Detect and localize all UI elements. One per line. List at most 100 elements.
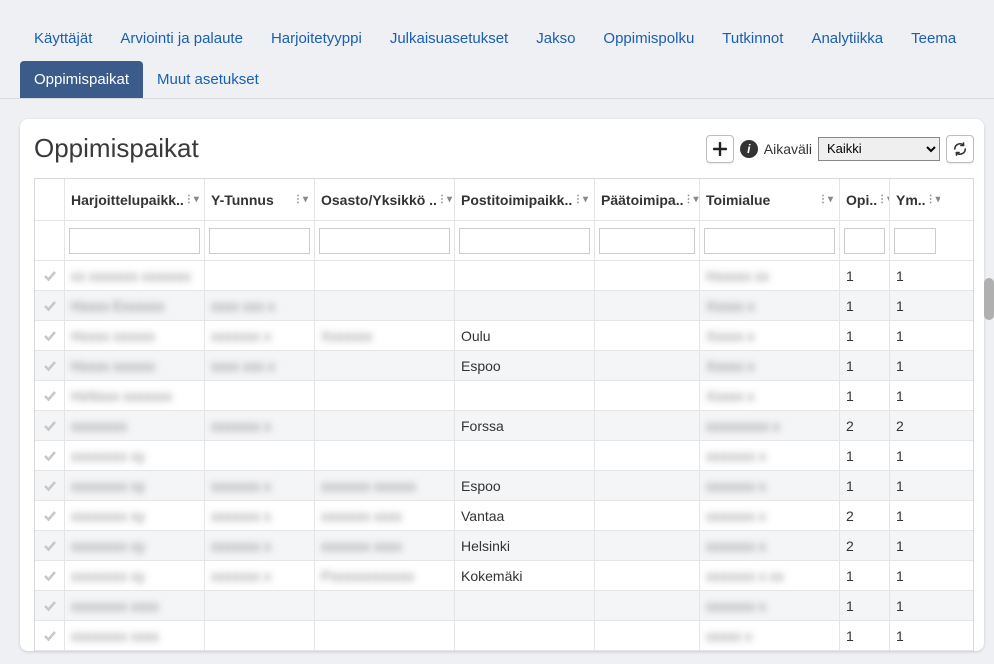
info-icon[interactable]: i — [740, 140, 758, 158]
sort-icon[interactable]: ⋮▾ — [926, 194, 940, 205]
col-header-5[interactable]: Päätoimipa..⋮▾ — [595, 179, 700, 220]
col-header-7[interactable]: Opi..⋮▾ — [840, 179, 890, 220]
panel-title: Oppimispaikat — [34, 133, 199, 164]
row-check[interactable] — [35, 561, 65, 590]
table-row[interactable]: xxxxxxxx xyxxxxxxx xxxxxxxx xxxxHelsinki… — [35, 531, 973, 561]
col-header-2[interactable]: Y-Tunnus⋮▾ — [205, 179, 315, 220]
vertical-scrollbar[interactable] — [984, 278, 994, 320]
tab-julkaisuasetukset[interactable]: Julkaisuasetukset — [376, 20, 522, 57]
cell-c3: xxxxxxx xxxxxx — [315, 471, 455, 500]
cell-c4: Oulu — [455, 321, 595, 350]
cell-c4 — [455, 261, 595, 290]
cell-c7: 1 — [840, 561, 890, 590]
tab-jakso[interactable]: Jakso — [522, 20, 589, 57]
cell-c5 — [595, 561, 700, 590]
tab-tutkinnot[interactable]: Tutkinnot — [708, 20, 797, 57]
table-row[interactable]: xxxxxxxx xyxxxxxxx xPxxxxxxxxxxxxKokemäk… — [35, 561, 973, 591]
sort-icon[interactable]: ⋮▾ — [877, 194, 890, 205]
table-row[interactable]: xxxxxxxx xxxxxxxxxxx x11 — [35, 591, 973, 621]
table-row[interactable]: Hxxxx xxxxxxxxxxxxx xXxxxxxxOuluXxxxx x1… — [35, 321, 973, 351]
tab-analytiikka[interactable]: Analytiikka — [797, 20, 897, 57]
tab-teema[interactable]: Teema — [897, 20, 970, 57]
cell-c5 — [595, 381, 700, 410]
cell-c5 — [595, 621, 700, 650]
cell-c2 — [205, 261, 315, 290]
row-check[interactable] — [35, 291, 65, 320]
cell-c7: 1 — [840, 621, 890, 650]
row-check[interactable] — [35, 591, 65, 620]
col-header-1[interactable]: Harjoittelupaikk..⋮▾ — [65, 179, 205, 220]
sort-icon[interactable]: ⋮▾ — [437, 194, 452, 205]
cell-c2 — [205, 591, 315, 620]
table-row[interactable]: xxxxxxxx xxxxxxxxx x11 — [35, 621, 973, 651]
row-check[interactable] — [35, 381, 65, 410]
sort-icon[interactable]: ⋮▾ — [818, 194, 833, 205]
tab-arviointi-ja-palaute[interactable]: Arviointi ja palaute — [106, 20, 257, 57]
tab-harjoitetyyppi[interactable]: Harjoitetyyppi — [257, 20, 376, 57]
filter-input-6[interactable] — [704, 228, 835, 254]
row-check[interactable] — [35, 471, 65, 500]
cell-c8: 1 — [890, 381, 940, 410]
cell-c4 — [455, 591, 595, 620]
row-check[interactable] — [35, 441, 65, 470]
cell-c5 — [595, 321, 700, 350]
filter-input-5[interactable] — [599, 228, 695, 254]
table-row[interactable]: xxxxxxxx xyxxxxxxx xxxxxxxx xxxxVantaaxx… — [35, 501, 973, 531]
cell-c2: xxxxxxx x — [205, 471, 315, 500]
tab-oppimispaikat[interactable]: Oppimispaikat — [20, 61, 143, 98]
col-header-4[interactable]: Postitoimipaikk..⋮▾ — [455, 179, 595, 220]
table-row[interactable]: Hxxxx Exxxxxxxxxx xxx xXxxxx x11 — [35, 291, 973, 321]
cell-c1: xxxxxxxx xy — [65, 441, 205, 470]
row-check[interactable] — [35, 411, 65, 440]
cell-c2: xxxx xxx x — [205, 291, 315, 320]
interval-select[interactable]: Kaikki — [818, 137, 940, 161]
col-header-0[interactable] — [35, 179, 65, 220]
sort-icon[interactable]: ⋮▾ — [184, 194, 199, 205]
add-button[interactable] — [706, 135, 734, 163]
row-check[interactable] — [35, 501, 65, 530]
col-header-6[interactable]: Toimialue⋮▾ — [700, 179, 840, 220]
filter-input-4[interactable] — [459, 228, 590, 254]
sort-icon[interactable]: ⋮▾ — [293, 194, 308, 205]
filter-input-7[interactable] — [844, 228, 885, 254]
cell-c5 — [595, 501, 700, 530]
sort-icon[interactable]: ⋮▾ — [573, 194, 588, 205]
cell-c6: xxxxxxx x — [700, 471, 840, 500]
row-check[interactable] — [35, 531, 65, 560]
filter-input-3[interactable] — [319, 228, 450, 254]
cell-c3 — [315, 621, 455, 650]
cell-c7: 1 — [840, 381, 890, 410]
filter-input-2[interactable] — [209, 228, 310, 254]
interval-label: Aikaväli — [764, 141, 812, 157]
filter-cell-8 — [890, 221, 940, 260]
cell-c8: 1 — [890, 501, 940, 530]
table-row[interactable]: HxNxxx xxxxxxxXxxxx x11 — [35, 381, 973, 411]
col-header-8[interactable]: Ym..⋮▾ — [890, 179, 940, 220]
cell-c8: 1 — [890, 261, 940, 290]
row-check[interactable] — [35, 351, 65, 380]
table-row[interactable]: xxxxxxxx xyxxxxxxx xxxxxxxx xxxxxxEspoox… — [35, 471, 973, 501]
table-row[interactable]: xx xxxxxxx xxxxxxxHxxxxx xx11 — [35, 261, 973, 291]
col-header-3[interactable]: Osasto/Yksikkö ..⋮▾ — [315, 179, 455, 220]
table-row[interactable]: xxxxxxxxxxxxxxx xForssaxxxxxxxxx x22 — [35, 411, 973, 441]
cell-c3: xxxxxxx xxxx — [315, 501, 455, 530]
tab-k-ytt-j-t[interactable]: Käyttäjät — [20, 20, 106, 57]
row-check[interactable] — [35, 321, 65, 350]
filter-input-1[interactable] — [69, 228, 200, 254]
cell-c4 — [455, 291, 595, 320]
cell-c1: xxxxxxxx xxxx — [65, 591, 205, 620]
cell-c3 — [315, 261, 455, 290]
cell-c7: 1 — [840, 321, 890, 350]
table-row[interactable]: Hxxxx xxxxxxxxxx xxx xEspooXxxxx x11 — [35, 351, 973, 381]
cell-c7: 1 — [840, 291, 890, 320]
filter-input-8[interactable] — [894, 228, 936, 254]
tab-muut-asetukset[interactable]: Muut asetukset — [143, 61, 273, 98]
table-row[interactable]: xxxxxxxx xyxxxxxxx x11 — [35, 441, 973, 471]
row-check[interactable] — [35, 621, 65, 650]
cell-c4: Espoo — [455, 471, 595, 500]
tab-oppimispolku[interactable]: Oppimispolku — [589, 20, 708, 57]
cell-c4 — [455, 621, 595, 650]
sort-icon[interactable]: ⋮▾ — [683, 194, 698, 205]
refresh-button[interactable] — [946, 135, 974, 163]
row-check[interactable] — [35, 261, 65, 290]
